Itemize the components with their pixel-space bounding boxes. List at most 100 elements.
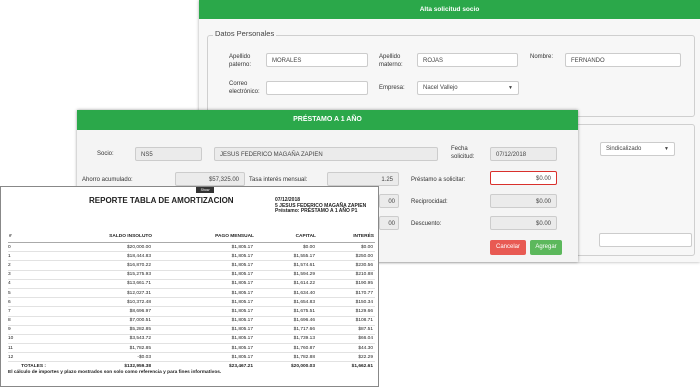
apellido-materno-label: Apellido materno: xyxy=(379,54,403,68)
report-note: El cálculo de importes y plazo mostrados… xyxy=(8,370,222,375)
sindicalizado-select[interactable]: Sindicalizado ▼ xyxy=(600,142,675,156)
table-cell: $1,696.46 xyxy=(255,316,317,326)
table-cell: $1,717.66 xyxy=(255,325,317,335)
hidden-field-2: 00 xyxy=(379,216,399,230)
table-cell: $12,027.31 xyxy=(48,288,153,299)
report-prestamo: Préstamo: PRÉSTAMO A 1 AÑO P1 xyxy=(275,208,358,215)
table-cell: $1,805.17 xyxy=(153,316,255,326)
table-cell: $1,805.17 xyxy=(153,306,255,317)
descuento-field: $0.00 xyxy=(490,216,557,230)
col-header-pago: PAGO MENSUAL xyxy=(153,231,255,243)
socio-label: Socio: xyxy=(97,151,114,157)
table-cell: $1,805.17 xyxy=(153,352,255,363)
table-cell: $22.29 xyxy=(317,352,375,363)
table-cell: $129.66 xyxy=(317,306,375,317)
table-cell: $1,805.17 xyxy=(153,334,255,345)
table-cell: $1,805.17 xyxy=(153,260,255,271)
table-cell: $1,805.17 xyxy=(153,279,255,289)
table-cell: $1,760.87 xyxy=(255,343,317,354)
table-cell: 7 xyxy=(8,306,48,317)
table-cell: 5 xyxy=(8,288,48,299)
table-cell: $1,805.17 xyxy=(153,297,255,308)
add-button[interactable]: Agregar xyxy=(530,240,562,255)
table-cell: $3,543.72 xyxy=(48,334,153,345)
table-row: 5 $12,027.31 $1,805.17 $1,634.40 $170.77 xyxy=(8,288,375,299)
table-cell: $0.00 xyxy=(317,242,375,253)
hidden-field-1: 00 xyxy=(379,194,399,208)
table-cell: 10 xyxy=(8,334,48,345)
table-cell: 3 xyxy=(8,270,48,280)
table-cell: $1,614.22 xyxy=(255,279,317,289)
table-header-row: # SALDO INSOLUTO PAGO MENSUAL CAPITAL IN… xyxy=(8,231,375,243)
table-cell: 0 xyxy=(8,242,48,253)
apellido-paterno-input[interactable]: MORALES xyxy=(266,53,368,67)
alta-title: Alta solicitud socio xyxy=(199,0,700,19)
table-cell: $1,574.61 xyxy=(255,260,317,271)
table-cell: $10,372.48 xyxy=(48,297,153,308)
report-toolbar-button[interactable]: Show xyxy=(196,187,214,193)
chevron-down-icon: ▼ xyxy=(508,85,513,91)
amortization-table: # SALDO INSOLUTO PAGO MENSUAL CAPITAL IN… xyxy=(8,231,375,371)
col-header-saldo: SALDO INSOLUTO xyxy=(48,231,153,243)
table-row: 11 $1,782.85 $1,805.17 $1,760.87 $44.30 xyxy=(8,343,375,354)
table-row: 10 $3,543.72 $1,805.17 $1,739.13 $66.04 xyxy=(8,334,375,345)
table-cell: 11 xyxy=(8,343,48,354)
ahorro-label: Ahorro acumulado: xyxy=(82,177,133,183)
totals-cell: $20,000.03 xyxy=(255,361,317,371)
prestamo-solicitar-input[interactable]: $0.00 xyxy=(490,171,557,185)
empresa-label: Empresa: xyxy=(379,85,405,91)
table-cell: 8 xyxy=(8,316,48,326)
report-title: REPORTE TABLA DE AMORTIZACION xyxy=(89,196,234,205)
reciprocidad-field: $0.00 xyxy=(490,194,557,208)
tasa-field: 1.25 xyxy=(327,172,399,186)
reciprocidad-label: Reciprocidad: xyxy=(411,199,448,205)
table-cell: $1,805.17 xyxy=(153,251,255,262)
cancel-button[interactable]: Cancelar xyxy=(490,240,526,255)
table-cell: $1,782.85 xyxy=(48,343,153,354)
table-cell: $1,594.29 xyxy=(255,270,317,280)
table-cell: 2 xyxy=(8,260,48,271)
nombre-label: Nombre: xyxy=(530,54,554,60)
chevron-down-icon: ▼ xyxy=(664,146,669,152)
partial-input[interactable] xyxy=(599,233,692,247)
nombre-input[interactable]: FERNANDO xyxy=(565,53,681,67)
table-cell: 12 xyxy=(8,352,48,363)
table-cell: $1,805.17 xyxy=(153,270,255,280)
table-row: 7 $8,696.97 $1,805.17 $1,675.51 $129.66 xyxy=(8,306,375,317)
table-row: 4 $13,661.71 $1,805.17 $1,614.22 $190.95 xyxy=(8,279,375,289)
totals-cell: $1,662.61 xyxy=(317,361,375,371)
table-cell: $1,805.17 xyxy=(153,325,255,335)
table-cell: $1,675.51 xyxy=(255,306,317,317)
empresa-select-value: Nacel Vallejo xyxy=(423,85,458,91)
table-cell: $1,782.88 xyxy=(255,352,317,363)
table-cell: $7,000.51 xyxy=(48,316,153,326)
socio-name-field: JESUS FEDERICO MAGAÑA ZAPIEN xyxy=(214,147,438,161)
table-cell: $5,282.85 xyxy=(48,325,153,335)
amortization-report-window: Show REPORTE TABLA DE AMORTIZACION 07/12… xyxy=(0,186,379,387)
sindicalizado-select-value: Sindicalizado xyxy=(606,146,642,152)
table-cell: $87.51 xyxy=(317,325,375,335)
report-info: 07/12/2018 5 JESUS FEDERICO MAGAÑA ZAPIE… xyxy=(275,197,366,215)
table-cell: $1,654.83 xyxy=(255,297,317,308)
correo-input[interactable] xyxy=(266,81,368,95)
table-cell: $1,805.17 xyxy=(153,288,255,299)
table-cell: $1,805.17 xyxy=(153,343,255,354)
col-header-num: # xyxy=(8,231,48,243)
table-cell: $230.56 xyxy=(317,260,375,271)
table-row: 0 $20,000.00 $1,805.17 $0.00 $0.00 xyxy=(8,242,375,253)
datos-personales-legend: Datos Personales xyxy=(213,29,277,38)
apellido-paterno-label: Apellido paterno: xyxy=(229,54,252,68)
table-cell: $1,634.40 xyxy=(255,288,317,299)
apellido-materno-input[interactable]: ROJAS xyxy=(417,53,518,67)
descuento-label: Descuento: xyxy=(411,221,442,227)
table-cell: $13,661.71 xyxy=(48,279,153,289)
ahorro-field: $57,325.00 xyxy=(175,172,245,186)
table-cell: -$0.03 xyxy=(48,352,153,363)
table-cell: $15,275.93 xyxy=(48,270,153,280)
table-cell: $20,000.00 xyxy=(48,242,153,253)
table-cell: 6 xyxy=(8,297,48,308)
col-header-capital: CAPITAL xyxy=(255,231,317,243)
table-cell: $190.95 xyxy=(317,279,375,289)
table-row: 6 $10,372.48 $1,805.17 $1,654.83 $150.34 xyxy=(8,297,375,308)
empresa-select[interactable]: Nacel Vallejo ▼ xyxy=(417,81,519,95)
